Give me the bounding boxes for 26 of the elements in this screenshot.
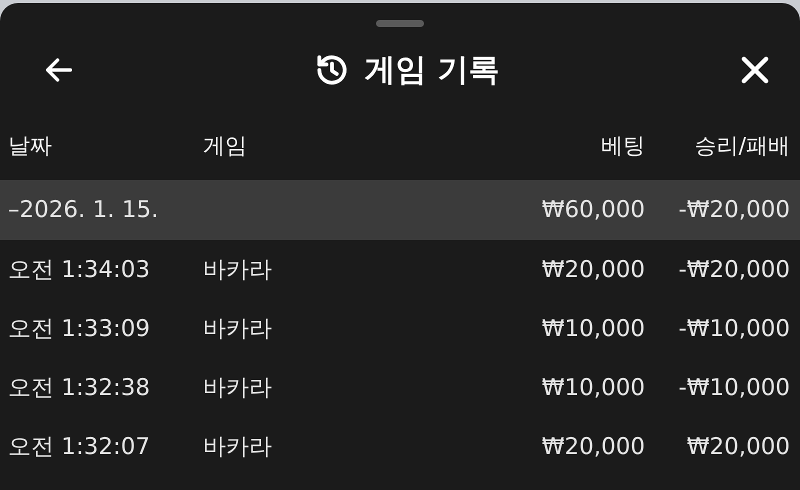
bet-total: ₩60,000 bbox=[540, 197, 645, 223]
result-total: -₩20,000 bbox=[677, 197, 790, 223]
time-cell-text: 오전 1:32:07 bbox=[8, 433, 151, 462]
result-cell-text: -₩10,000 bbox=[677, 374, 790, 400]
column-header: 날짜 bbox=[8, 133, 53, 161]
bet-cell-text: ₩10,000 bbox=[540, 316, 645, 342]
column-header: 게임 bbox=[203, 133, 248, 161]
date-group-row[interactable]: –2026. 1. 15. ₩60,000 -₩20,000 bbox=[0, 180, 800, 240]
window-title: 게임 기록 bbox=[364, 51, 500, 90]
time-cell-text: 오전 1:32:38 bbox=[8, 374, 151, 403]
result-cell-text: ₩20,000 bbox=[686, 434, 790, 460]
bet-cell-text: ₩20,000 bbox=[540, 434, 645, 460]
time-cell-text: 오전 1:34:03 bbox=[8, 256, 151, 285]
bet-cell-text: ₩20,000 bbox=[540, 256, 645, 282]
group-date: –2026. 1. 15. bbox=[8, 197, 160, 223]
column-header: 베팅 bbox=[600, 133, 645, 161]
time-cell-text: 오전 1:33:09 bbox=[8, 315, 151, 344]
result-cell-text: -₩10,000 bbox=[677, 316, 790, 342]
game-cell-text: 바카라 bbox=[203, 374, 273, 403]
bet-cell-text: ₩10,000 bbox=[540, 374, 645, 400]
game-cell-text: 바카라 bbox=[203, 315, 273, 344]
column-header: 승리/패배 bbox=[694, 133, 790, 161]
game-cell-text: 바카라 bbox=[203, 433, 273, 462]
game-cell-text: 바카라 bbox=[203, 256, 273, 285]
drag-handle[interactable] bbox=[376, 20, 424, 27]
result-cell-text: -₩20,000 bbox=[677, 256, 790, 282]
